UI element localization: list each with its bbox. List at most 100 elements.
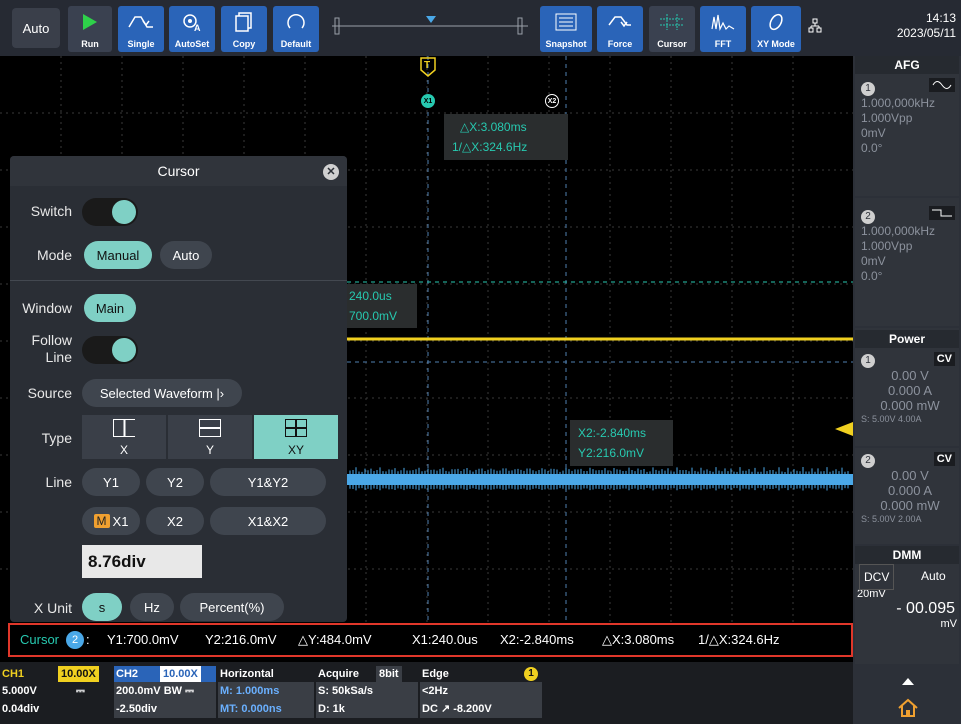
x1-cursor-readout: 240.0us 700.0mV [347,284,417,328]
type-x-button[interactable]: X [82,415,166,459]
x-unit-hz-button[interactable]: Hz [130,593,174,621]
line-x1-button[interactable]: M X1 [82,507,140,535]
default-label: Default [280,39,312,49]
cursor-label: Cursor [657,39,687,49]
cursor-button[interactable]: Cursor [649,6,695,52]
single-trigger-icon [118,8,164,36]
ch2-offset: -2.50div [114,700,216,718]
memory-position-ruler[interactable] [330,14,530,38]
copy-button[interactable]: Copy [221,6,267,52]
clock: 14:13 2023/05/11 [858,4,958,52]
switch-toggle[interactable] [82,198,138,226]
info-y1: Y1:700.0mV [107,632,179,647]
horizontal-status[interactable]: Horizontal M: 1.000ms MT: 0.000ns [218,666,314,724]
acquire-bits: 8bit [376,666,402,682]
type-xy-button[interactable]: XY [254,415,338,459]
run-button[interactable]: Run [68,6,112,52]
info-colon: : [86,632,90,647]
snapshot-label: Snapshot [545,39,587,49]
cursor-grid-icon [649,8,695,36]
mode-auto-button[interactable]: Auto [160,241,212,269]
home-icon[interactable] [897,698,919,723]
type-label: Type [41,430,72,446]
trigger-level: DC ↗ -8.200V [420,700,542,718]
close-icon[interactable]: ✕ [323,164,339,180]
top-toolbar: Auto Run Single A AutoSet Copy Default S… [0,0,961,56]
follow-line-label: Follow Line [10,332,72,366]
type-y-button[interactable]: Y [168,415,252,459]
x-unit-label: X Unit [33,600,72,616]
line-y1-button[interactable]: Y1 [82,468,140,496]
ch1-coupling: ⎓ [76,685,85,697]
line-label: Line [45,474,72,490]
default-button[interactable]: Default [273,6,319,52]
x2-cursor-marker[interactable]: X2 [545,94,559,108]
line-x2-button[interactable]: X2 [146,507,204,535]
line-x1x2-button[interactable]: X1&X2 [210,507,326,535]
afg-ch1-section[interactable]: AFG 1 1.000,000kHz 1.000Vpp 0mV 0.0° [855,56,959,196]
dmm-range[interactable]: Auto [921,564,946,588]
info-inv-dx: 1/△X:324.6Hz [698,632,780,647]
afg-ch2-section[interactable]: 2 1.000,000kHz 1.000Vpp 0mV 0.0° [855,198,959,326]
follow-line-label-1: Follow [31,332,72,348]
power1-voltage: 0.00 V [891,368,929,383]
info-dy: △Y:484.0mV [298,632,372,647]
window-main-button[interactable]: Main [84,294,136,322]
single-label: Single [127,39,155,49]
power-ch1-section[interactable]: Power 1 CV 0.00 V 0.000 A 0.000 mW S: 5.0… [855,328,959,446]
acquire-status[interactable]: Acquire 8bit S: 50kSa/s D: 1k [316,666,418,724]
collapse-arrow-icon[interactable] [901,674,915,692]
dmm-section[interactable]: DMM DCV Auto 20mV - 00.095 mV [855,546,959,664]
type-y-icon [199,419,221,437]
acquisition-mode-button[interactable]: Auto [12,8,60,48]
x1-value-input[interactable]: 8.76div [82,545,202,578]
power1-current: 0.000 A [887,383,933,398]
type-xy-label: XY [287,443,304,457]
copy-icon [221,8,267,36]
follow-line-toggle[interactable] [82,336,138,364]
acquire-rate: S: 50kSa/s [316,682,418,700]
ch1-status[interactable]: CH1 10.00X 5.000V ⎓ 0.04div [0,666,112,724]
snapshot-button[interactable]: Snapshot [540,6,592,52]
power1-setting: S: 5.00V 4.00A [861,414,922,424]
ch2-trace [347,474,853,485]
trigger-level-marker[interactable] [835,422,853,436]
power2-setting: S: 5.00V 2.00A [861,514,922,524]
type-y-label: Y [205,443,214,457]
x2-value-text: Y2:216.0mV [578,446,645,460]
fft-button[interactable]: FFT [700,6,746,52]
cursor-panel-title: Cursor [10,156,347,186]
line-y1y2-button[interactable]: Y1&Y2 [210,468,326,496]
info-y2: Y2:216.0mV [205,632,277,647]
x-unit-percent-button[interactable]: Percent(%) [180,593,284,621]
autoset-label: AutoSet [174,39,210,49]
x1-cursor-marker[interactable]: X1 [421,94,435,108]
trigger-status[interactable]: Edge 1 <2Hz DC ↗ -8.200V [420,666,542,724]
power2-number: 2 [861,454,875,468]
power1-power: 0.000 mW [880,398,940,413]
afg2-number: 2 [861,210,875,224]
afg1-freq: 1.000,000kHz [861,96,936,110]
line-y2-button[interactable]: Y2 [146,468,204,496]
xy-curve-icon [751,8,801,36]
dmm-mode[interactable]: DCV [859,564,895,590]
force-button[interactable]: Force [597,6,643,52]
autoset-button[interactable]: A AutoSet [169,6,215,52]
info-dx: △X:3.080ms [602,632,675,647]
gear-icon: A [169,8,215,36]
manual-badge: M [93,514,110,528]
mode-manual-button[interactable]: Manual [84,241,152,269]
afg2-amp: 1.000Vpp [861,239,913,253]
afg1-phase: 0.0° [861,141,883,155]
ch2-name: CH2 [116,668,139,680]
x-unit-s-button[interactable]: s [82,593,122,621]
source-select[interactable]: Selected Waveform |› [82,379,242,407]
ch1-probe: 10.00X [58,666,99,682]
fft-label: FFT [714,39,732,49]
inverse-delta-x-text: 1/△X:324.6Hz [452,140,528,154]
xy-mode-button[interactable]: XY Mode [751,6,801,52]
ch2-status[interactable]: CH2 10.00X 200.0mV BW ⎓ -2.50div [114,666,216,724]
acquire-depth: D: 1k [316,700,418,718]
power-ch2-section[interactable]: 2 CV 0.00 V 0.000 A 0.000 mW S: 5.00V 2.0… [855,448,959,544]
single-button[interactable]: Single [118,6,164,52]
